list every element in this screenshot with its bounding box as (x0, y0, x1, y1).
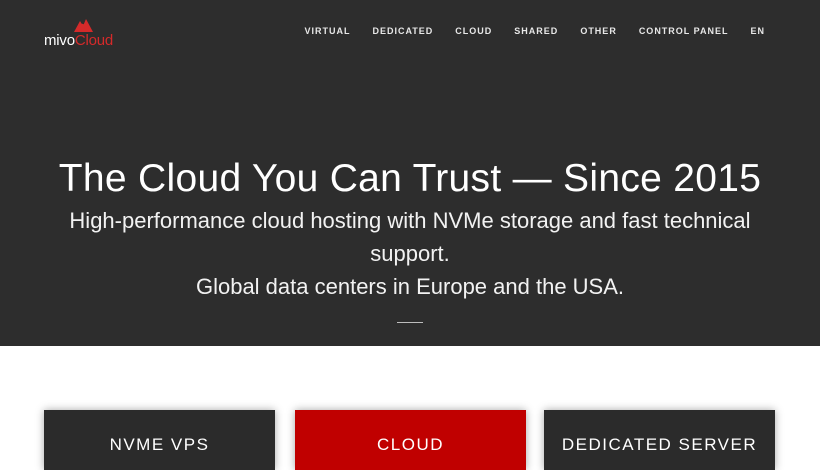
nav-item-cloud[interactable]: CLOUD (455, 26, 492, 36)
card-cloud[interactable]: CLOUD (295, 410, 526, 470)
hero-title: The Cloud You Can Trust — Since 2015 (58, 157, 762, 201)
nav-item-control-panel[interactable]: CONTROL PANEL (639, 26, 729, 36)
card-label: CLOUD (376, 435, 444, 454)
cloud-logo-icon (74, 19, 93, 32)
hero-subtitle-line-3: Global data centers in Europe and the US… (195, 274, 625, 299)
card-nvme-vps[interactable]: NVME VPS (44, 410, 275, 470)
main-nav: VIRTUAL DEDICATED CLOUD SHARED OTHER CON… (282, 26, 765, 36)
nav-item-shared[interactable]: SHARED (514, 26, 558, 36)
brand-name-part2: Cloud (74, 32, 114, 49)
brand-logo[interactable]: mivoCloud (44, 18, 124, 50)
card-label: DEDICATED SERVER (561, 435, 758, 454)
nav-item-other[interactable]: OTHER (580, 26, 617, 36)
brand-name-part1: mivo (44, 32, 75, 49)
hero-section: mivoCloud VIRTUAL DEDICATED CLOUD SHARED… (0, 0, 820, 346)
product-cards: NVME VPS CLOUD DEDICATED SERVER (0, 410, 820, 470)
language-selector[interactable]: EN (750, 26, 765, 36)
brand-name: mivoCloud (44, 32, 113, 49)
nav-item-dedicated[interactable]: DEDICATED (372, 26, 433, 36)
hero-divider (397, 322, 423, 323)
hero-subtitle-line-1: High-performance cloud hosting with NVMe… (69, 208, 751, 233)
card-label: NVME VPS (109, 435, 210, 454)
hero-subtitle-line-2: support. (370, 241, 450, 266)
nav-item-virtual[interactable]: VIRTUAL (304, 26, 350, 36)
card-dedicated-server[interactable]: DEDICATED SERVER (544, 410, 775, 470)
